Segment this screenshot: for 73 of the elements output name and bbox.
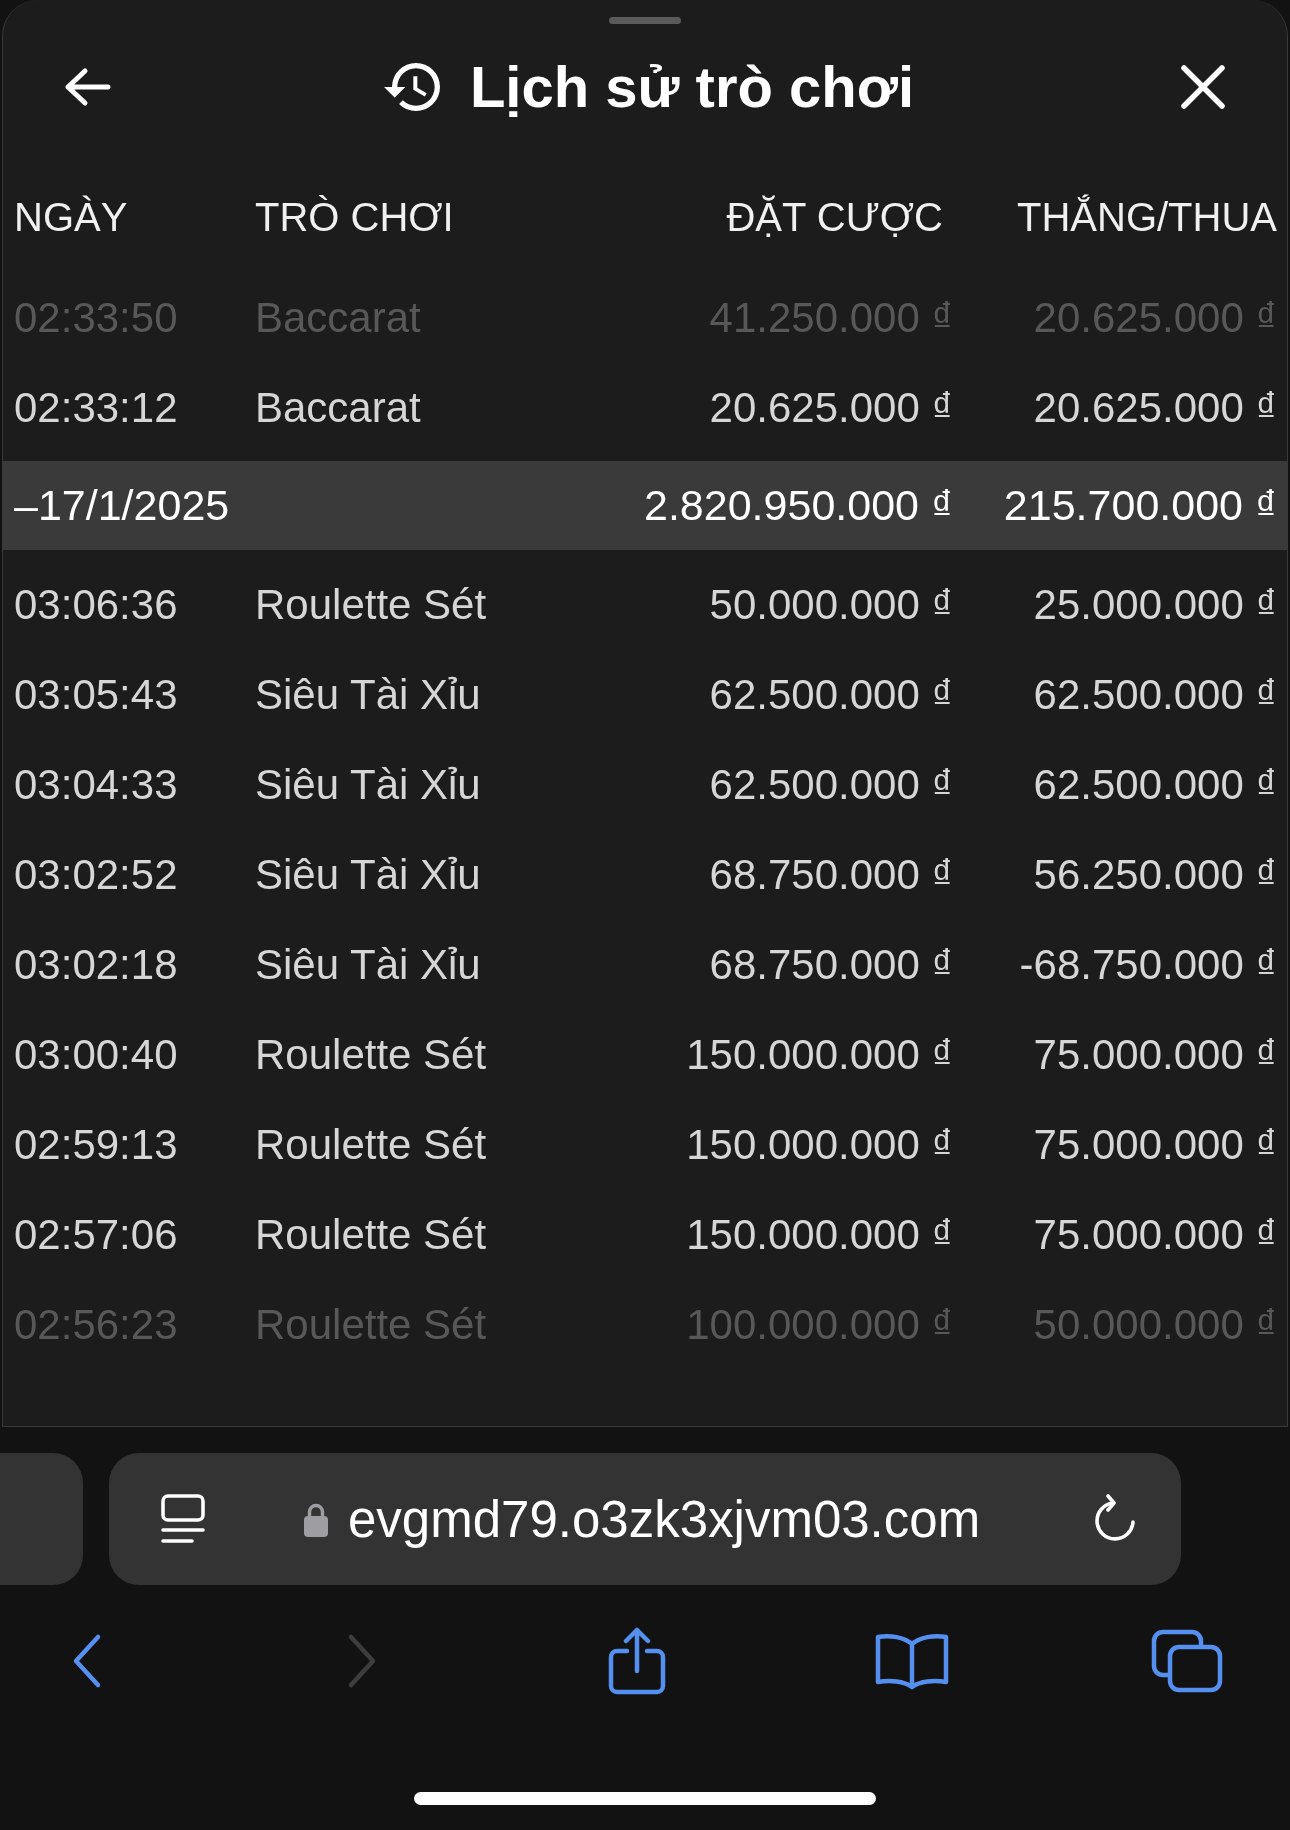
close-icon: [1180, 64, 1226, 110]
table-cell-text: 03:00:40: [14, 1031, 179, 1079]
chevron-right-icon: [347, 1633, 377, 1689]
table-cell-text: 150.000.000 ₫: [685, 1211, 953, 1259]
reload-button[interactable]: [1092, 1494, 1138, 1544]
table-cell-text: 62.500.000 ₫: [708, 761, 953, 809]
table-cell-text: 56.250.000 ₫: [1032, 851, 1277, 899]
table-cell-text: 150.000.000 ₫: [685, 1121, 953, 1169]
table-cell-text: 50.000.000 ₫: [708, 581, 953, 629]
table-cell-text: 100.000.000 ₫: [685, 1301, 953, 1349]
table-cell-text: 62.500.000 ₫: [708, 671, 953, 719]
reader-button[interactable]: [160, 1494, 206, 1544]
table-cell-text: 02:57:06: [14, 1211, 179, 1259]
table-cell-text: Roulette Sét: [255, 1211, 488, 1259]
table-cell-text: 03:05:43: [14, 671, 179, 719]
table-cell-text: Baccarat: [255, 384, 422, 432]
column-header: THẮNG/THUA: [1016, 194, 1277, 240]
table-cell-text: 62.500.000 ₫: [1032, 761, 1277, 809]
date-group-row[interactable]: –17/1/2025 2.820.950.000 ₫ 215.700.000 ₫: [3, 461, 1287, 550]
reload-icon: [1092, 1494, 1138, 1544]
table-cell-text: 03:06:36: [14, 581, 179, 629]
table-cell-text: 68.750.000 ₫: [708, 851, 953, 899]
table-cell-text: 02:33:50: [14, 294, 179, 342]
column-header: TRÒ CHƠI: [255, 194, 455, 240]
table-cell-text: 20.625.000 ₫: [1032, 384, 1277, 432]
close-button[interactable]: [1180, 64, 1226, 110]
table-cell-text: 75.000.000 ₫: [1032, 1121, 1277, 1169]
table-cell-text: 150.000.000 ₫: [685, 1031, 953, 1079]
table-cell-text: Siêu Tài Xỉu: [255, 851, 482, 899]
drag-handle[interactable]: [609, 17, 681, 24]
table-cell-text: 03:04:33: [14, 761, 179, 809]
share-icon: [608, 1627, 666, 1695]
table-cell-text: Roulette Sét: [255, 581, 488, 629]
column-header: ĐẶT CƯỢC: [725, 194, 944, 240]
table-cell-text: Roulette Sét: [255, 1121, 488, 1169]
table-cell-text: 02:56:23: [14, 1301, 179, 1349]
back-button[interactable]: [72, 1633, 102, 1689]
table-cell-text: Siêu Tài Xỉu: [255, 941, 482, 989]
total-cell-text: 215.700.000 ₫: [1002, 481, 1277, 530]
table-cell-text: 03:02:52: [14, 851, 179, 899]
chevron-left-icon: [72, 1633, 102, 1689]
table-cell-text: Roulette Sét: [255, 1031, 488, 1079]
table-cell-text: 20.625.000 ₫: [708, 384, 953, 432]
lock-icon: [303, 1501, 329, 1537]
table-cell-text: 02:33:12: [14, 384, 179, 432]
table-cell-text: Baccarat: [255, 294, 422, 342]
history-icon: [383, 63, 440, 111]
table-cell-text: 62.500.000 ₫: [1032, 671, 1277, 719]
book-icon: [874, 1632, 950, 1690]
table-cell-text: 75.000.000 ₫: [1032, 1031, 1277, 1079]
table-cell-text: 20.625.000 ₫: [1032, 294, 1277, 342]
squares-icon: [1151, 1629, 1223, 1693]
tabs-button[interactable]: [1151, 1629, 1223, 1693]
sheet-title: Lịch sử trò chơi: [469, 53, 915, 122]
table-cell-text: 03:02:18: [14, 941, 179, 989]
table-cell-text: 41.250.000 ₫: [708, 294, 953, 342]
table-cell-text: 25.000.000 ₫: [1032, 581, 1277, 629]
table-cell-text: 68.750.000 ₫: [708, 941, 953, 989]
table-cell-text: -68.750.000 ₫: [1018, 941, 1277, 989]
table-cell-text: 50.000.000 ₫: [1032, 1301, 1277, 1349]
total-cell-text: 2.820.950.000 ₫: [643, 481, 953, 530]
url-text[interactable]: evgmd79.o3zk3xjvm03.com: [348, 1489, 981, 1549]
table-cell-text: Siêu Tài Xỉu: [255, 671, 482, 719]
address-bar[interactable]: evgmd79.o3zk3xjvm03.com: [109, 1453, 1181, 1585]
reader-icon: [160, 1494, 206, 1544]
table-cell-text: Siêu Tài Xỉu: [255, 761, 482, 809]
bookmarks-button[interactable]: [874, 1632, 950, 1690]
table-cell-text: 75.000.000 ₫: [1032, 1211, 1277, 1259]
table-cell-text: Roulette Sét: [255, 1301, 488, 1349]
column-header: NGÀY: [14, 194, 129, 240]
date-cell-text: –17/1/2025: [14, 481, 231, 530]
share-button[interactable]: [608, 1627, 666, 1695]
table-cell-text: 02:59:13: [14, 1121, 179, 1169]
